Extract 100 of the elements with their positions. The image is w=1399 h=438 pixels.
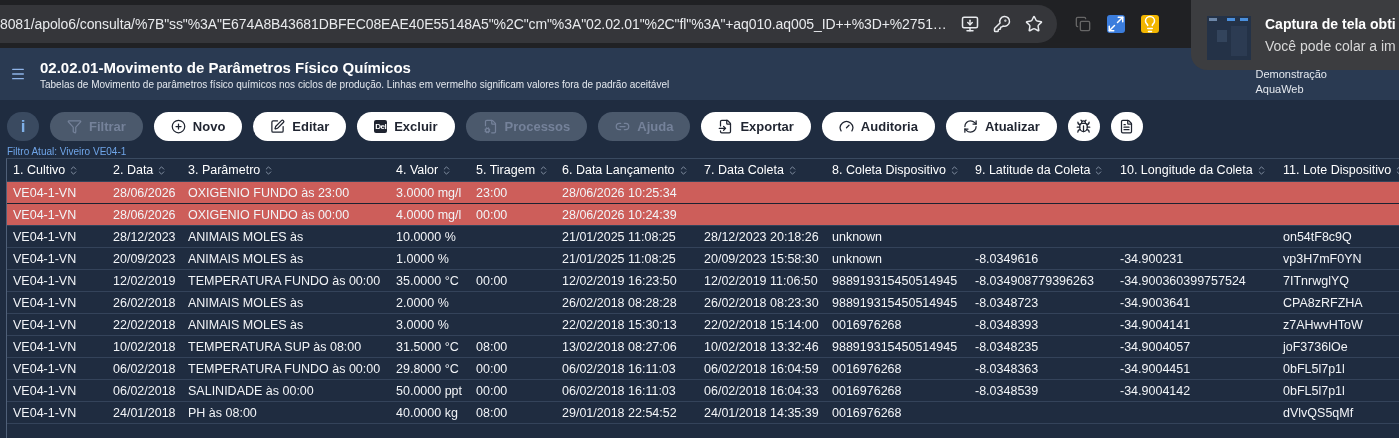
column-header[interactable]: 4. Valor <box>390 163 470 177</box>
table-cell-text: -8.0348235 <box>974 339 1040 354</box>
table-cell-text: VE04-1-VN <box>12 295 78 310</box>
table-cell-text: ANIMAIS MOLES às <box>187 317 305 332</box>
table-cell-text: 29/01/2018 22:54:52 <box>561 405 678 420</box>
table-cell-text: -34.9004141 <box>1119 317 1192 332</box>
column-header[interactable]: 10. Longitude da Coleta <box>1114 163 1277 177</box>
table-cell-text: 24/01/2018 14:35:39 <box>703 405 820 420</box>
column-header[interactable]: 6. Data Lançamento <box>556 163 698 177</box>
table-cell-text: -8.0348723 <box>974 295 1040 310</box>
column-header[interactable]: 3. Parâmetro <box>182 163 390 177</box>
delete-button[interactable]: Del Excluir <box>357 112 455 141</box>
table-cell-text: 1.0000 % <box>395 251 450 266</box>
user-name: Demonstração <box>1255 67 1327 80</box>
page-title: 02.02.01-Movimento de Parâmetros Físico Químicos <box>40 58 412 76</box>
table-cell-text: VE04-1-VN <box>12 361 78 376</box>
table-row[interactable]: VE04-1-VN 28/06/2026 OXIGENIO FUNDO às 00:00 4.0000 mg/l 00:00 28/06/2026 10:24:39 <box>7 204 1399 226</box>
table-cell-text: 0bFL5l7p1l <box>1282 361 1346 376</box>
table-cell-text: 2.0000 % <box>395 295 450 310</box>
column-header[interactable]: 7. Data Coleta <box>698 163 826 177</box>
table-cell-text: VE04-1-VN <box>12 317 78 332</box>
table-cell-text: 00:00 <box>475 273 509 288</box>
table-cell-text: 20/09/2023 15:58:30 <box>703 251 820 266</box>
table-cell-text: 06/02/2018 16:04:59 <box>703 361 820 376</box>
table-cell-text: 988919315450514945 <box>831 339 959 354</box>
table-row[interactable]: VE04-1-VN 22/02/2018 ANIMAIS MOLES às 3.0000 % 22/02/2018 15:30:13 22/02/2018 15:14:00 0016976268 -8.0348393 -34.9004141 z7AHwvHToW <box>7 314 1399 336</box>
filter-text: Filtro Atual: Viveiro VE04-1 <box>6 145 128 158</box>
table-cell-text: 28/06/2026 <box>112 185 177 200</box>
table-cell-text: TEMPERATURA FUNDO às 00:00 <box>187 361 382 376</box>
table-cell-text: 0016976268 <box>831 405 903 420</box>
table-cell-text: 06/02/2018 <box>112 383 177 398</box>
table-cell-text: dVlvQS5qMf <box>1282 405 1355 420</box>
table-cell-text: 21/01/2025 11:08:25 <box>561 229 677 244</box>
table-cell-text: -34.9004057 <box>1119 339 1192 354</box>
table-cell-text: 00:00 <box>475 207 509 222</box>
table-cell-text: vp3H7mF0YN <box>1282 251 1363 266</box>
url-text: 8081/apolo6/consulta/%7B"ss"%3A"E674A8B43681DBFEC08EAE40E55148A5"%2C"cm"%3A"02.02.01"%2C"fl"%3A"+aq010.aq005_ID++%3D+%2751… <box>0 16 947 32</box>
column-header[interactable]: 9. Latitude da Coleta <box>969 163 1114 177</box>
audit-button[interactable]: Auditoria <box>821 112 935 141</box>
table-row[interactable]: VE04-1-VN 24/01/2018 PH às 08:00 40.0000 kg 08:00 29/01/2018 22:54:52 24/01/2018 14:35:39 0016976268 dVlvQS5qMf <box>7 402 1399 424</box>
column-header[interactable]: 8. Coleta Dispositivo <box>826 163 969 177</box>
table-cell-text: VE04-1-VN <box>12 207 78 222</box>
page-subtitle: Tabelas de Movimento de parâmetros físico químicos nos ciclos de produção. Linhas em vermelho significam valores fora de padrão aceitável <box>40 78 671 90</box>
table-cell-text: 26/02/2018 <box>112 295 177 310</box>
table-cell-text: VE04-1-VN <box>12 383 78 398</box>
table-row[interactable]: VE04-1-VN 06/02/2018 TEMPERATURA FUNDO às 00:00 29.8000 °C 00:00 06/02/2018 16:11:03 06/02/2018 16:04:59 0016976268 -8.0348363 -34.9004451 0bFL5l7p1l <box>7 358 1399 380</box>
table-cell-text: 13/02/2018 08:27:06 <box>561 339 678 354</box>
table-cell-text: VE04-1-VN <box>12 273 78 288</box>
refresh-button[interactable]: Atualizar <box>945 112 1057 141</box>
column-header[interactable]: 5. Tiragem <box>470 163 556 177</box>
table-cell-text: CPA8zRFZHA <box>1282 295 1364 310</box>
address-bar[interactable]: 8081/apolo6/consulta/%7B"ss"%3A"E674A8B43681DBFEC08EAE40E55148A5"%2C"cm"%3A"02.02.01"%2C"fl"%3A"+aq010.aq005_ID++%3D+%2751… <box>0 5 1057 43</box>
new-button[interactable]: Novo <box>153 112 243 141</box>
table-row[interactable]: VE04-1-VN 20/09/2023 ANIMAIS MOLES às 1.0000 % 21/01/2025 11:08:25 20/09/2023 15:58:30 unknown -8.0349616 -34.900231 vp3H7mF0YN <box>7 248 1399 270</box>
table-cell-text: VE04-1-VN <box>12 185 78 200</box>
table-cell-text: 26/02/2018 08:28:28 <box>561 295 678 310</box>
table-cell-text: on54tF8c9Q <box>1282 229 1353 244</box>
table-cell-text: 22/02/2018 <box>112 317 177 332</box>
delete-key-icon: Del <box>374 120 388 133</box>
table-row[interactable]: VE04-1-VN 06/02/2018 SALINIDADE às 00:00 50.0000 ppt 00:00 06/02/2018 16:11:03 06/02/2018 16:04:33 0016976268 -8.0348539 -34.9004142 0bFL5l7p1l <box>7 380 1399 402</box>
edit-button[interactable]: Editar <box>253 112 347 141</box>
table-cell-text: 10/02/2018 13:32:46 <box>703 339 820 354</box>
column-header[interactable]: 1. Cultivo <box>7 163 107 177</box>
table-cell-text: unknown <box>831 251 884 266</box>
table-cell-text: 12/02/2019 16:23:50 <box>561 273 678 288</box>
table-row[interactable]: VE04-1-VN 28/06/2026 OXIGENIO FUNDO às 23:00 3.0000 mg/l 23:00 28/06/2026 10:25:34 <box>7 182 1399 204</box>
table-cell-text: 21/01/2025 11:08:25 <box>561 251 677 266</box>
table-cell-text: TEMPERATURA SUP às 08:00 <box>187 339 363 354</box>
company-name: AquaWeb <box>1255 82 1305 95</box>
table-cell-text: joF3736lOe <box>1281 339 1349 354</box>
table-cell-text: 28/12/2023 <box>112 229 177 244</box>
table-cell-text: 7ITnrwglYQ <box>1282 273 1350 288</box>
table-cell-text: 24/01/2018 <box>112 405 177 420</box>
export-button[interactable]: Exportar <box>701 112 811 141</box>
table-cell-text: -34.9004451 <box>1119 361 1192 376</box>
table-cell-text: -8.034908779396263 <box>974 273 1095 288</box>
table-cell-text: 3.0000 % <box>395 317 450 332</box>
info-button[interactable]: i <box>7 112 39 141</box>
table-cell-text: SALINIDADE às 00:00 <box>187 383 315 398</box>
table-cell-text: -34.900231 <box>1119 251 1185 266</box>
table-row[interactable]: VE04-1-VN 12/02/2019 TEMPERATURA FUNDO às 00:00 35.0000 °C 00:00 12/02/2019 16:23:50 12/02/2019 11:06:50 988919315450514945 -8.034908779396263 -34.900360399757524 7ITnrwglYQ <box>7 270 1399 292</box>
table-cell-text: OXIGENIO FUNDO às 00:00 <box>187 207 351 222</box>
table-cell-text: 0016976268 <box>831 361 903 376</box>
table-cell-text: 988919315450514945 <box>831 295 959 310</box>
table-cell-text: 28/06/2026 <box>112 207 177 222</box>
table-cell-text: 28/06/2026 10:25:34 <box>561 185 678 200</box>
table-row[interactable]: VE04-1-VN 26/02/2018 ANIMAIS MOLES às 2.0000 % 26/02/2018 08:28:28 26/02/2018 08:23:30 988919315450514945 -8.0348723 -34.9003641 CPA8zRFZHA <box>7 292 1399 314</box>
table-cell-text: 23:00 <box>475 185 509 200</box>
table-cell-text: ANIMAIS MOLES às <box>187 295 305 310</box>
column-header[interactable]: 2. Data <box>107 163 182 177</box>
notification-text: Você pode colar a im <box>1265 38 1396 54</box>
table-cell-text: 00:00 <box>475 383 509 398</box>
table-row[interactable]: VE04-1-VN 10/02/2018 TEMPERATURA SUP às 08:00 31.5000 °C 08:00 13/02/2018 08:27:06 10/02/2018 13:32:46 988919315450514945 -8.0348235 -34.9004057 joF3736lOe <box>7 336 1399 358</box>
table-cell-text: 10/02/2018 <box>112 339 177 354</box>
table-cell-text: VE04-1-VN <box>12 339 78 354</box>
table-cell-text: 10.0000 % <box>395 229 457 244</box>
column-header[interactable]: 11. Lote Dispositivo <box>1277 163 1399 177</box>
table-cell-text: 3.0000 mg/l <box>395 185 463 200</box>
table-row[interactable]: VE04-1-VN 28/12/2023 ANIMAIS MOLES às 10.0000 % 21/01/2025 11:08:25 28/12/2023 20:18:26 unknown on54tF8c9Q <box>7 226 1399 248</box>
notification-title: Captura de tela obti <box>1265 16 1396 32</box>
